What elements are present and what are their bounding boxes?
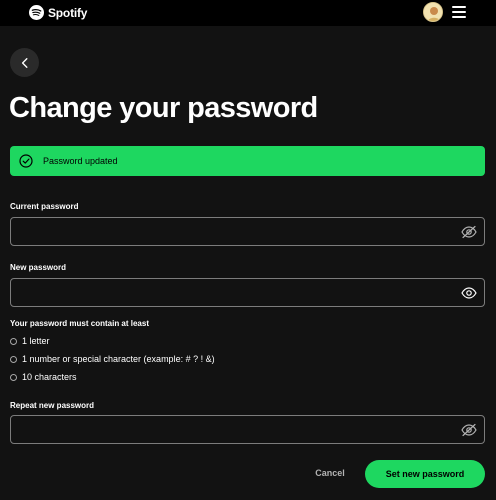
success-banner: Password updated <box>10 146 485 176</box>
unchecked-circle-icon <box>10 337 17 345</box>
cancel-button[interactable]: Cancel <box>304 461 356 485</box>
new-password-input[interactable] <box>11 279 484 306</box>
brand-name: Spotify <box>48 5 88 20</box>
requirement-text: 1 number or special character (example: … <box>22 354 215 364</box>
requirement-item: 10 characters <box>10 368 215 386</box>
hamburger-menu-icon[interactable] <box>452 5 466 19</box>
current-password-label: Current password <box>10 202 79 211</box>
requirements-list: 1 letter 1 number or special character (… <box>10 332 215 386</box>
top-bar: Spotify <box>0 0 496 26</box>
repeat-password-field <box>10 415 485 444</box>
eye-off-icon[interactable] <box>460 422 478 438</box>
requirement-text: 10 characters <box>22 372 77 382</box>
user-avatar[interactable] <box>423 2 443 22</box>
requirements-heading: Your password must contain at least <box>10 319 149 328</box>
eye-off-icon[interactable] <box>460 224 478 240</box>
spotify-logo[interactable]: Spotify <box>29 4 87 21</box>
new-password-field <box>10 278 485 307</box>
unchecked-circle-icon <box>10 373 17 381</box>
page-title: Change your password <box>9 92 318 124</box>
chevron-left-icon <box>21 57 27 68</box>
current-password-field <box>10 217 485 246</box>
repeat-password-label: Repeat new password <box>10 401 95 410</box>
repeat-password-input[interactable] <box>11 416 484 443</box>
requirement-text: 1 letter <box>22 336 50 346</box>
requirement-item: 1 number or special character (example: … <box>10 350 215 368</box>
avatar-icon <box>424 3 442 21</box>
set-new-password-button[interactable]: Set new password <box>365 460 485 488</box>
banner-message: Password updated <box>43 156 118 166</box>
unchecked-circle-icon <box>10 355 17 363</box>
requirement-item: 1 letter <box>10 332 215 350</box>
eye-icon[interactable] <box>460 285 478 301</box>
spotify-logo-icon <box>29 5 44 20</box>
new-password-label: New password <box>10 263 67 272</box>
current-password-input[interactable] <box>11 218 484 245</box>
check-circle-icon <box>19 154 33 168</box>
back-button[interactable] <box>10 48 39 77</box>
